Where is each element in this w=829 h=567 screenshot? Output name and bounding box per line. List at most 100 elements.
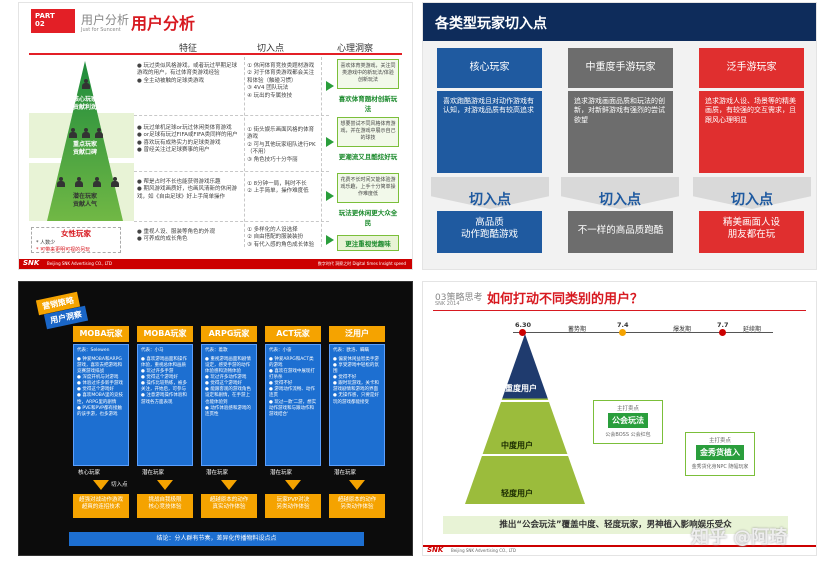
insight-label-potential: 玩法更休闲更大众全民 xyxy=(338,209,398,227)
entry-box: 超越原本的动作 另类动作体验 xyxy=(329,494,385,518)
insight-label-core: 喜欢体育题材创新玩法 xyxy=(338,95,398,113)
level-label-key: 重点玩家 贡献口碑 xyxy=(72,141,97,156)
persona-rep: 代表：小马 xyxy=(141,348,164,353)
entry-label: 切入点 xyxy=(599,192,641,208)
card-head-mid: 中重度手游玩家 xyxy=(568,48,673,88)
timeline-date: 7.4 xyxy=(617,321,629,329)
timeline-phase: 延续期 xyxy=(743,326,762,333)
person-icon xyxy=(75,177,83,187)
persona-rep: 代表：小奋 xyxy=(269,348,292,353)
person-icon xyxy=(69,128,77,138)
pyramid-divider xyxy=(423,454,623,456)
snk-logo: SNK xyxy=(427,546,444,554)
female-label: 女性玩家 xyxy=(61,229,91,238)
col-header: ACT玩家 xyxy=(265,326,321,342)
level-label-potential: 潜在玩家 贡献人气 xyxy=(72,193,97,208)
level-light: 轻度用户 xyxy=(501,489,533,498)
footer-company: Beijing SNK Advertising CO., LTD xyxy=(47,261,113,266)
person-icon xyxy=(95,128,103,138)
entry-box: 超强对战动作游戏 超爽的连招技术 xyxy=(73,494,129,518)
persona-body: ● 重视游戏画面和剧情设定，感受手游的动作体验感和流畅体验 ● 玩过许多动作游戏… xyxy=(205,357,251,417)
player-type-label: 潜在玩家 xyxy=(333,470,356,476)
slide-title: 如何打动不同类别的用户？ xyxy=(487,292,644,307)
arrow-down-icon xyxy=(221,480,237,490)
bubble-caption: 主打卖点 xyxy=(616,406,639,412)
timeline-date: 6.30 xyxy=(515,321,532,329)
section-subtitle-small: Just for Suncent xyxy=(81,27,121,33)
entry-female: ① 多样化的人设选择 ② 自由搭配的服装装扮 ③ 有代入感的角色成长体验 xyxy=(247,227,315,248)
arrow-right-icon xyxy=(326,137,334,147)
player-type-label: 潜在玩家 xyxy=(141,470,164,476)
level-heavy: 重度用户 xyxy=(505,384,537,393)
entry-box: 挑战自我极限 核心竞技体验 xyxy=(137,494,193,518)
level-label-core: 核心玩家 贡献利润 xyxy=(72,96,97,111)
footer-company: Beijing SNK Advertising CO., LTD xyxy=(451,548,517,553)
persona-body: ● 喜欢游戏画面和操作体验，重视总体和画质 ● 玩过许多手游 ● 觉得这个游戏好… xyxy=(141,357,187,405)
column-divider xyxy=(244,57,245,247)
player-type-label: 潜在玩家 xyxy=(205,470,228,476)
person-icon xyxy=(82,79,90,89)
header-divider xyxy=(29,53,402,55)
footer-tagline: 数字时代 洞察之时 Digital times Insight speed xyxy=(317,261,406,266)
col-header: MOBA玩家 xyxy=(73,326,129,342)
bubble-feature: 金秀货植入 xyxy=(696,445,744,460)
section-subtitle: 用户分析 xyxy=(81,13,130,27)
persona-column: 代表：Selewen ● 钟爱MOBA和ARPG游戏，喜欢去把游戏和竞赛游戏排战 … xyxy=(73,344,129,466)
female-note: * 可带来更明可视的另玩 xyxy=(36,247,91,253)
level-medium: 中度用户 xyxy=(501,441,533,450)
persona-rep: 代表：欧洛、瞒瞒 xyxy=(333,348,369,353)
slide-title: 各类型玩家切入点 xyxy=(435,16,547,32)
row-divider xyxy=(134,171,329,172)
col-header: 泛用户 xyxy=(329,326,385,342)
entry-box: 玩家PVP对决 另类动作体验 xyxy=(265,494,321,518)
col-header: ARPG玩家 xyxy=(201,326,257,342)
bubble-feature: 公会玩法 xyxy=(608,413,648,428)
card-head-casual: 泛手游玩家 xyxy=(699,48,804,88)
row-divider xyxy=(134,115,329,116)
bubble-caption: 主打卖点 xyxy=(708,438,731,444)
feature-key: ● 玩过单机足球or玩过休闲类体育游戏 ● or足球有玩过FIFA或FIFA类同… xyxy=(137,125,238,154)
persona-column: 代表：小马 ● 喜欢游戏画面和操作体验，重视总体和画质 ● 玩过许多手游 ● 觉得… xyxy=(137,344,193,466)
entry-label: 切入点 xyxy=(469,192,511,208)
timeline-dot xyxy=(719,329,726,336)
insight-potential: 花费不长时间又能体验游戏乐趣，上手十分简单操作难度低 xyxy=(337,173,399,203)
conclusion-bar: 结论：分人群有节奏，差异化传播物料设点点 xyxy=(69,532,364,546)
insight-label-key: 更潮流又且酷炫好玩 xyxy=(338,153,398,161)
timeline-dot xyxy=(619,329,626,336)
persona-column: 代表：欧洛、瞒瞒 ● 偏爱休闲益智类手游 ● 享受游戏中轻松的氛围 ● 觉得不好 … xyxy=(329,344,385,466)
title-divider xyxy=(433,310,806,311)
persona-column: 代表：小奋 ● 钟爱ARPG和ACT类的游戏 ● 喜欢在游戏中展现打打杀杀 ● 觉… xyxy=(265,344,321,466)
persona-rep: 代表：着歌 xyxy=(205,348,228,353)
card-head-core: 核心玩家 xyxy=(437,48,542,88)
bubble-guild: 主打卖点 公会玩法 公会BOSS 公会红包 xyxy=(593,400,663,444)
arrow-down-icon xyxy=(157,480,173,490)
female-note: * 人数少 xyxy=(36,240,56,246)
entry-box: 超越原本的动作 真实动作体验 xyxy=(201,494,257,518)
slide-player-entry: 各类型玩家切入点 核心玩家 中重度手游玩家 泛手游玩家 喜欢跑酷游戏且对动作游戏… xyxy=(422,2,817,270)
bubble-notes: 公会BOSS 公会红包 xyxy=(605,432,651,438)
persona-rep: 代表：Selewen xyxy=(77,348,110,353)
slide-user-analysis: PART 02 用户分析 Just for Suncent 用户分析 特征 切入… xyxy=(18,2,413,270)
column-divider xyxy=(321,57,322,247)
feature-potential: ● 帮是占时不长也能获得游戏乐趣 ● 期风游戏画质好，也画风清新的休闲游戏，如《… xyxy=(137,179,238,200)
col-header: MOBA玩家 xyxy=(137,326,193,342)
timeline-phase: 蓄势期 xyxy=(568,326,587,333)
entry-potential: ① 8分钟一局，耗时不长 ② 上手简单，操作难度低 xyxy=(247,181,309,195)
card-foot-core: 高品质 动作跑酷游戏 xyxy=(437,211,542,253)
entry-core: ① 休闲体育竞技类题材游戏 ② 对于体育类游戏都会关注和体验（触碰习惯） ③ 4… xyxy=(247,63,315,99)
timeline-axis xyxy=(513,332,773,333)
user-pyramid xyxy=(465,334,585,504)
arrow-right-icon xyxy=(326,235,334,245)
person-icon xyxy=(93,177,101,187)
snk-logo: SNK xyxy=(23,259,40,267)
entry-key: ① 街头娱乐画面风格的体育游戏 ② 可与其他玩家组队进行PK（不用） ③ 角色技… xyxy=(247,127,316,163)
footer-bar: Beijing SNK Advertising CO., LTD 数字时代 洞察… xyxy=(19,259,412,269)
entry-label: 切入点 xyxy=(111,482,128,488)
persona-column: 代表：着歌 ● 重视游戏画面和剧情设定，感受手游的动作体验感和流畅体验 ● 玩过许… xyxy=(201,344,257,466)
part-badge: PART 02 xyxy=(31,9,75,33)
persona-body: ● 钟爱MOBA和ARPG游戏，喜欢去把游戏和竞赛游戏排战 ● 深度开机与对游戏… xyxy=(77,357,123,417)
insight-core: 喜欢体育类游戏，关注同类游戏中的新玩法/体验创新玩法 xyxy=(337,59,399,89)
part-number: 02 xyxy=(35,20,45,29)
part-label: PART xyxy=(35,12,55,20)
feature-female: ● 重视人设、服装等角色的外观 ● 可养成的成长角色 xyxy=(137,229,216,243)
